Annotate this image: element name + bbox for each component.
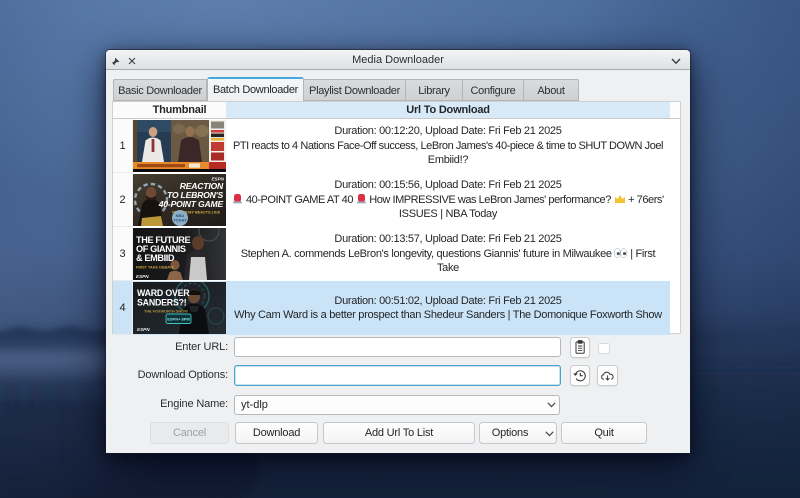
svg-text:40-POINT GAME: 40-POINT GAME	[158, 199, 224, 209]
svg-text:FIRST TAKE DEBATE: FIRST TAKE DEBATE	[136, 266, 175, 270]
svg-text:TODAY: TODAY	[173, 218, 187, 223]
svg-text:WARD OVER: WARD OVER	[137, 288, 190, 298]
svg-text:ESPN+ 8PM: ESPN+ 8PM	[167, 317, 190, 322]
svg-text:ESPN: ESPN	[136, 274, 149, 279]
svg-text:& EMBIID: & EMBIID	[136, 253, 175, 263]
svg-text:ESPN: ESPN	[137, 327, 150, 332]
svg-text:THE FOXWORTH SHOW: THE FOXWORTH SHOW	[144, 310, 188, 314]
svg-text:ESPN: ESPN	[211, 177, 224, 182]
svg-text:SANDERS?!: SANDERS?!	[137, 298, 187, 308]
